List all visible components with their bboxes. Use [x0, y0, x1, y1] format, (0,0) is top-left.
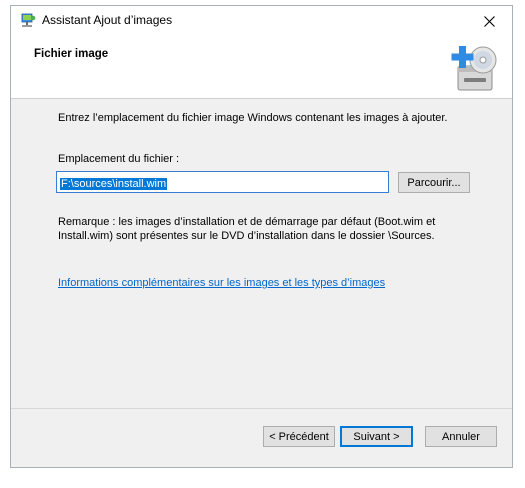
cancel-button[interactable]: Annuler: [425, 426, 497, 447]
previous-button[interactable]: < Précédent: [263, 426, 335, 447]
network-computer-icon: [21, 13, 36, 27]
title-bar: Assistant Ajout d’images: [11, 6, 512, 36]
wizard-footer: < Précédent Suivant > Annuler: [11, 408, 512, 467]
more-info-link[interactable]: Informations complémentaires sur les ima…: [58, 277, 385, 289]
file-location-value: F:\sources\install.wim: [60, 178, 168, 190]
remark-text: Remarque : les images d’installation et …: [58, 216, 436, 242]
wizard-content: Entrez l’emplacement du fichier image Wi…: [11, 99, 512, 409]
wizard-window: Assistant Ajout d’images Fichier image E…: [10, 5, 513, 468]
close-icon: [483, 15, 495, 27]
file-location-label: Emplacement du fichier :: [58, 153, 180, 165]
intro-text: Entrez l’emplacement du fichier image Wi…: [58, 112, 448, 124]
wizard-header: Fichier image: [11, 36, 512, 99]
file-location-input[interactable]: F:\sources\install.wim: [56, 171, 389, 193]
next-button[interactable]: Suivant >: [340, 426, 413, 447]
browse-button[interactable]: Parcourir...: [398, 172, 470, 193]
add-disc-drive-icon: [451, 46, 497, 91]
page-title: Fichier image: [34, 48, 109, 60]
window-title: Assistant Ajout d’images: [42, 13, 173, 27]
close-button[interactable]: [466, 6, 512, 36]
